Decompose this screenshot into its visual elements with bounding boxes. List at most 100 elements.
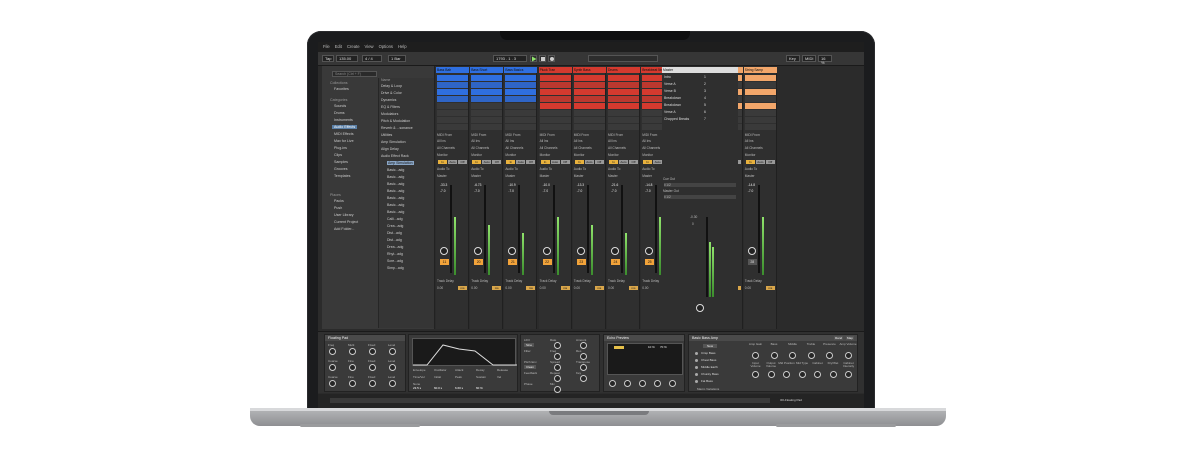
clip-slot[interactable] bbox=[437, 75, 468, 81]
volume-fader[interactable] bbox=[518, 185, 521, 273]
track-number[interactable]: 21 bbox=[508, 259, 518, 265]
drifting-param-knob[interactable] bbox=[389, 380, 396, 387]
new-variation-button[interactable]: New bbox=[703, 344, 718, 348]
output-select[interactable]: Master bbox=[471, 174, 481, 178]
browser-name-item[interactable]: Scre...adg bbox=[387, 259, 403, 263]
monitor-in-button[interactable]: In bbox=[472, 160, 482, 164]
audio-to-label[interactable]: Audio To bbox=[574, 167, 586, 171]
play-button[interactable] bbox=[530, 55, 537, 62]
key-map-button[interactable]: Key bbox=[786, 55, 800, 62]
monitor-label[interactable]: Monitor bbox=[540, 153, 551, 157]
output-select[interactable]: Master bbox=[437, 174, 447, 178]
input-select[interactable]: All Ins bbox=[437, 139, 446, 143]
pan-knob[interactable] bbox=[747, 247, 756, 255]
tempo-field[interactable]: 135.00 bbox=[336, 55, 358, 62]
browser-name-item[interactable]: Dist...adg bbox=[387, 238, 402, 242]
place-item-current-project[interactable]: Current Project bbox=[334, 220, 358, 224]
browser-name-item[interactable]: Basic...adg bbox=[387, 175, 404, 179]
browser-name-item[interactable]: Basic...adg bbox=[387, 189, 404, 193]
track-delay-value[interactable]: 0.00 bbox=[437, 286, 443, 290]
clip-slot[interactable] bbox=[437, 89, 468, 95]
scene-row[interactable]: Verse A6 bbox=[664, 110, 736, 116]
monitor-label[interactable]: Monitor bbox=[505, 153, 516, 157]
scene-row[interactable]: Breakdown 4 bbox=[664, 96, 736, 102]
envelope-value[interactable]: 60.0 s bbox=[434, 386, 442, 390]
monitor-auto-button[interactable]: Auto bbox=[550, 160, 560, 164]
amp-control-knob[interactable] bbox=[752, 352, 759, 359]
amp-control-knob[interactable] bbox=[798, 371, 806, 378]
ms-button[interactable]: ms bbox=[492, 286, 502, 290]
audio-to-label[interactable]: Audio To bbox=[540, 167, 552, 171]
empty-clip-slot[interactable] bbox=[573, 117, 605, 123]
lfo-param-knob[interactable] bbox=[554, 342, 561, 349]
browser-name-item[interactable]: Amp Simulation bbox=[387, 161, 414, 165]
clip-slot[interactable] bbox=[539, 82, 571, 88]
volume-value[interactable]: -6.73 bbox=[474, 183, 481, 187]
scene-row[interactable]: Intro 1 bbox=[664, 75, 736, 81]
browser-name-item[interactable]: Delay & Loop bbox=[381, 84, 402, 88]
track-header[interactable]: Bass Basics bbox=[504, 67, 538, 73]
pan-knob[interactable] bbox=[508, 247, 517, 255]
category-item-plug-ins[interactable]: Plug-ins bbox=[334, 146, 347, 150]
volume-fader[interactable] bbox=[484, 185, 487, 273]
monitor-in-button[interactable]: In bbox=[506, 160, 516, 164]
clip-slot[interactable] bbox=[608, 75, 639, 81]
drifting-param-knob[interactable] bbox=[329, 364, 336, 371]
empty-clip-slot[interactable] bbox=[505, 103, 537, 109]
scene-row[interactable]: Verse A2 bbox=[664, 82, 736, 88]
browser-name-item[interactable]: Drive & Color bbox=[381, 91, 402, 95]
output-select[interactable]: Master bbox=[505, 174, 515, 178]
monitor-label[interactable]: Monitor bbox=[642, 153, 653, 157]
scene-row[interactable]: Chopped Breaks 7 bbox=[664, 117, 736, 123]
empty-clip-slot[interactable] bbox=[471, 103, 503, 109]
drifting-param-knob[interactable] bbox=[329, 348, 336, 355]
browser-name-item[interactable]: Drea...adg bbox=[387, 245, 403, 249]
empty-clip-slot[interactable] bbox=[744, 82, 776, 88]
amp-control-knob[interactable] bbox=[845, 371, 852, 378]
echo-param-knob[interactable] bbox=[669, 380, 676, 387]
midi-from-label[interactable]: MIDI From bbox=[574, 133, 589, 137]
volume-value[interactable]: -21.6 bbox=[611, 183, 618, 187]
browser-name-item[interactable]: Calli...adg bbox=[387, 217, 403, 221]
monitor-label[interactable]: Monitor bbox=[745, 153, 756, 157]
category-item-midi-effects[interactable]: MIDI Effects bbox=[334, 132, 354, 136]
pan-value[interactable]: -7.0 bbox=[543, 189, 549, 193]
monitor-auto-button[interactable]: Auto bbox=[619, 160, 628, 164]
amp-preset-item[interactable]: Crisp Bass bbox=[701, 351, 716, 355]
amp-control-knob[interactable] bbox=[829, 371, 837, 378]
channel-select[interactable]: All Channels bbox=[642, 146, 660, 150]
clip-slot[interactable] bbox=[505, 75, 537, 81]
pan-knob[interactable] bbox=[542, 247, 551, 255]
lfo-wave-select[interactable]: Sine bbox=[524, 343, 535, 347]
monitor-in-button[interactable]: In bbox=[745, 160, 755, 164]
envelope-value[interactable]: 23.5 s bbox=[413, 386, 421, 390]
channel-select[interactable]: All Channels bbox=[437, 146, 455, 150]
category-item-grooves[interactable]: Grooves bbox=[334, 167, 348, 171]
amp-control-knob[interactable] bbox=[826, 352, 833, 359]
output-select[interactable]: Master bbox=[540, 174, 550, 178]
browser-name-item[interactable]: Rhyt...adg bbox=[387, 252, 403, 256]
clip-slot[interactable] bbox=[505, 96, 537, 102]
pan-knob[interactable] bbox=[611, 247, 619, 255]
clip-slot[interactable] bbox=[471, 96, 503, 102]
browser-name-item[interactable]: Basic...adg bbox=[387, 196, 404, 200]
browser-name-item[interactable]: Crea...adg bbox=[387, 224, 403, 228]
menu-options[interactable]: Options bbox=[379, 44, 393, 50]
lfo-param-knob[interactable] bbox=[554, 353, 561, 360]
amp-control-knob[interactable] bbox=[783, 371, 790, 378]
audio-to-label[interactable]: Audio To bbox=[608, 167, 620, 171]
empty-clip-slot[interactable] bbox=[744, 117, 776, 123]
volume-fader[interactable] bbox=[621, 185, 623, 273]
monitor-auto-button[interactable]: Auto bbox=[653, 160, 663, 164]
empty-clip-slot[interactable] bbox=[471, 124, 503, 130]
amp-preset-item[interactable]: Chest Bass bbox=[701, 358, 716, 362]
midi-from-label[interactable]: MIDI From bbox=[540, 133, 555, 137]
clip-slot[interactable] bbox=[744, 75, 776, 81]
empty-clip-slot[interactable] bbox=[505, 124, 537, 130]
master-out-select[interactable]: ii 1/2 bbox=[664, 195, 736, 199]
input-select[interactable]: All Ins bbox=[505, 139, 514, 143]
amp-control-knob[interactable] bbox=[752, 371, 759, 378]
menu-view[interactable]: View bbox=[365, 44, 374, 50]
favorites-item[interactable]: Favorites bbox=[334, 87, 349, 91]
clip-slot[interactable] bbox=[539, 89, 571, 95]
